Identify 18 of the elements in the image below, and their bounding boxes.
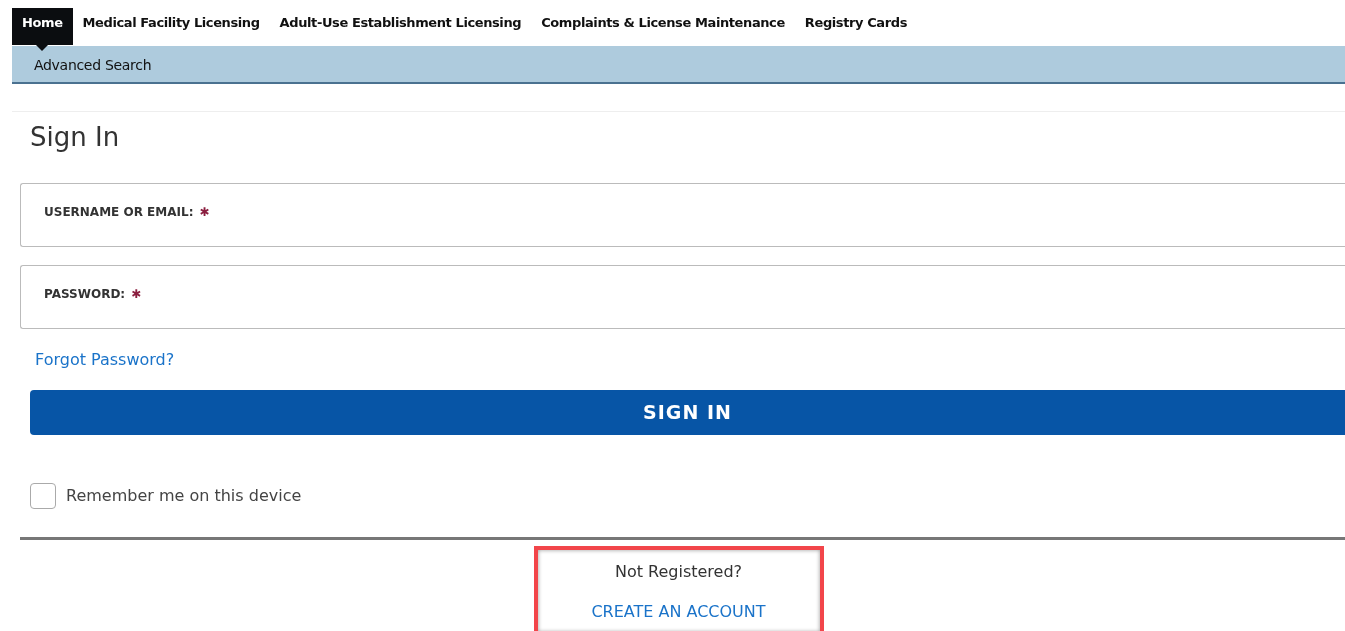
not-registered-text: Not Registered?	[613, 561, 744, 584]
sign-in-button[interactable]: SIGN IN	[30, 390, 1345, 436]
field-label: PASSWORD:	[44, 287, 126, 302]
nav-tab[interactable]: Complaints & License Maintenance	[531, 8, 795, 45]
sign-in-heading: Sign In	[30, 122, 121, 154]
required-icon: ✱	[131, 287, 142, 302]
required-icon: ✱	[199, 205, 210, 220]
input-field[interactable]: PASSWORD: ✱	[20, 265, 1345, 330]
remember-label: Remember me on this device	[66, 485, 302, 508]
remember-checkbox[interactable]	[30, 483, 56, 510]
nav-tab[interactable]: Medical Facility Licensing	[72, 8, 270, 45]
nav-tab[interactable]: Adult-Use Establishment Licensing	[269, 8, 532, 45]
nav-tab[interactable]: Registry Cards	[794, 8, 917, 45]
create-account-link[interactable]: CREATE AN ACCOUNT	[591, 600, 766, 625]
field-label: USERNAME OR EMAIL:	[44, 205, 194, 220]
forgot-password-link[interactable]: Forgot Password?	[35, 348, 175, 373]
sub-nav-link[interactable]: Advanced Search	[34, 57, 152, 73]
input-field[interactable]: USERNAME OR EMAIL: ✱	[20, 183, 1345, 248]
